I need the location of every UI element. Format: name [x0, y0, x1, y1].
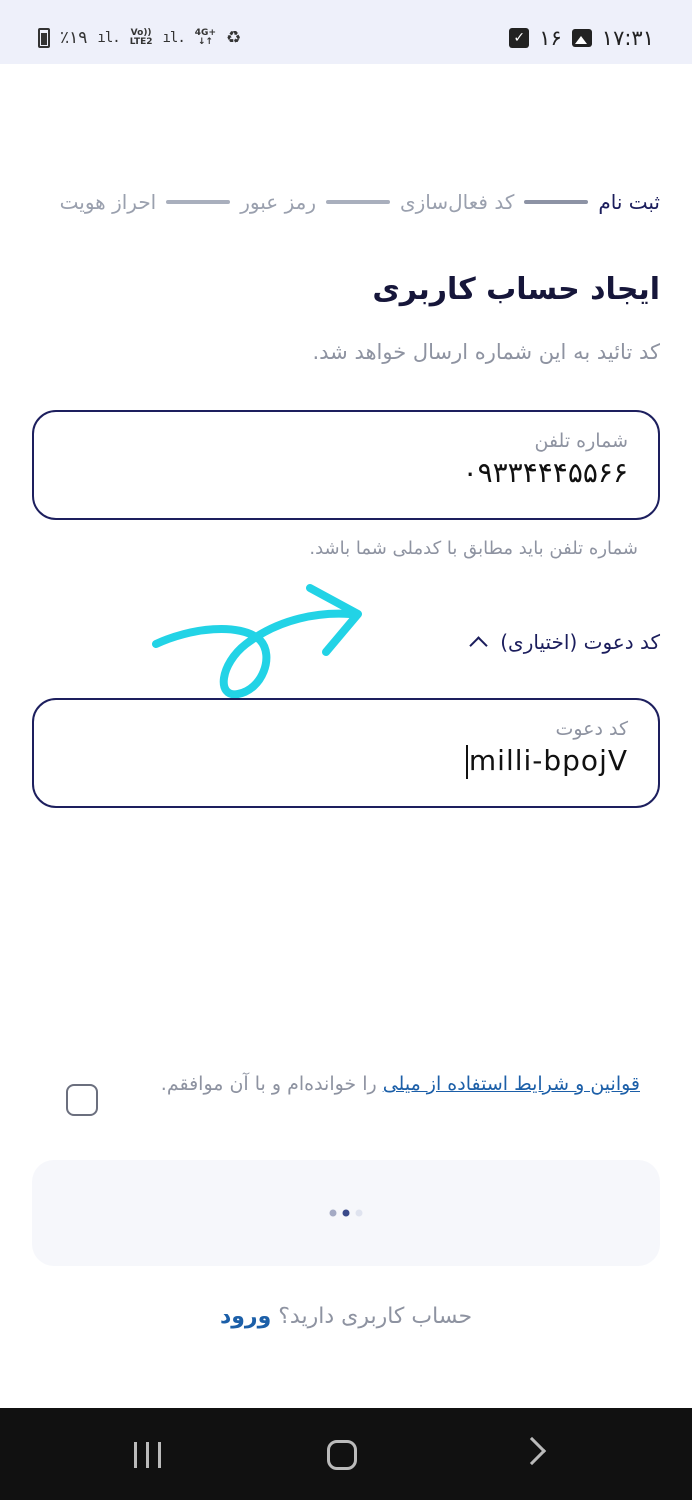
network-4g-indicator: 4G+ ↓↑ — [194, 28, 216, 47]
loading-dot — [329, 1209, 337, 1217]
login-row: حساب کاربری دارید؟ ورود — [0, 1304, 692, 1329]
home-icon[interactable] — [327, 1440, 357, 1470]
text-cursor — [465, 745, 468, 779]
phone-field[interactable]: شماره تلفن ۰۹۳۳۴۴۴۵۵۶۶ — [32, 410, 660, 520]
recycle-icon: ♻ — [226, 28, 242, 48]
system-nav-bar — [0, 1408, 692, 1500]
network-4g-label: 4G+ — [194, 28, 216, 38]
terms-checkbox[interactable] — [66, 1084, 98, 1116]
task-check-icon: ✓ — [509, 28, 530, 48]
signal-icon: ıl. — [97, 30, 120, 46]
status-left: ٪۱۹ ıl. Vo)) LTE2 ıl. 4G+ ↓↑ ♻ — [38, 28, 241, 48]
step-identity-verification: احراز هویت — [59, 190, 157, 214]
page-subtitle: کد تائید به این شماره ارسال خواهد شد. — [312, 340, 660, 364]
terms-text: قوانین و شرایط استفاده از میلی را خوانده… — [120, 1068, 640, 1100]
notification-count: ۱۶ — [539, 26, 562, 50]
lte-label: LTE2 — [129, 37, 153, 47]
terms-rest-text: را خوانده‌ام و با آن موافقم. — [160, 1073, 383, 1095]
volte-indicator: Vo)) LTE2 — [130, 29, 153, 47]
step-activation-code: کد فعال‌سازی — [399, 190, 515, 214]
phone-field-value[interactable]: ۰۹۳۳۴۴۴۵۵۶۶ — [463, 456, 628, 489]
step-divider — [524, 200, 589, 204]
gallery-icon — [571, 29, 592, 47]
invite-field-text: milli-bpojV — [468, 744, 628, 777]
login-link[interactable]: ورود — [220, 1304, 271, 1329]
loading-dot — [355, 1209, 363, 1217]
step-divider — [325, 200, 390, 204]
submit-button[interactable] — [32, 1160, 660, 1266]
terms-link[interactable]: قوانین و شرایط استفاده از میلی — [383, 1073, 640, 1095]
battery-percent: ٪۱۹ — [60, 28, 88, 48]
status-bar: ٪۱۹ ıl. Vo)) LTE2 ıl. 4G+ ↓↑ ♻ ✓ ۱۶ ۱۷:۳۱ — [0, 0, 692, 64]
chevron-up-icon — [468, 632, 488, 652]
phone-hint: شماره تلفن باید مطابق با کدملی شما باشد. — [309, 538, 638, 559]
invite-field-value[interactable]: milli-bpojV — [465, 744, 628, 779]
invite-field-label: کد دعوت — [555, 718, 628, 740]
status-right: ✓ ۱۶ ۱۷:۳۱ — [509, 26, 654, 50]
step-signup: ثبت نام — [598, 190, 660, 214]
signal-icon-2: ıl. — [162, 30, 186, 46]
back-icon[interactable] — [517, 1436, 547, 1466]
recents-icon[interactable] — [134, 1442, 161, 1468]
step-divider — [166, 200, 231, 204]
loading-dot — [342, 1209, 350, 1217]
phone-field-label: شماره تلفن — [534, 430, 628, 452]
hand-drawn-arrow-icon — [152, 584, 362, 699]
invite-code-field[interactable]: کد دعوت milli-bpojV — [32, 698, 660, 808]
invite-toggle-label: کد دعوت (اختیاری) — [500, 630, 660, 654]
invite-code-toggle[interactable]: کد دعوت (اختیاری) — [468, 630, 660, 654]
page-title: ایجاد حساب کاربری — [372, 272, 660, 307]
battery-icon — [38, 28, 50, 48]
clock: ۱۷:۳۱ — [601, 26, 654, 50]
terms-row: قوانین و شرایط استفاده از میلی را خوانده… — [60, 1068, 660, 1116]
step-password: رمز عبور — [240, 190, 316, 214]
login-question: حساب کاربری دارید؟ — [278, 1304, 473, 1329]
loading-indicator — [329, 1209, 363, 1217]
registration-stepper: ثبت نام کد فعال‌سازی رمز عبور احراز هویت — [32, 186, 660, 218]
